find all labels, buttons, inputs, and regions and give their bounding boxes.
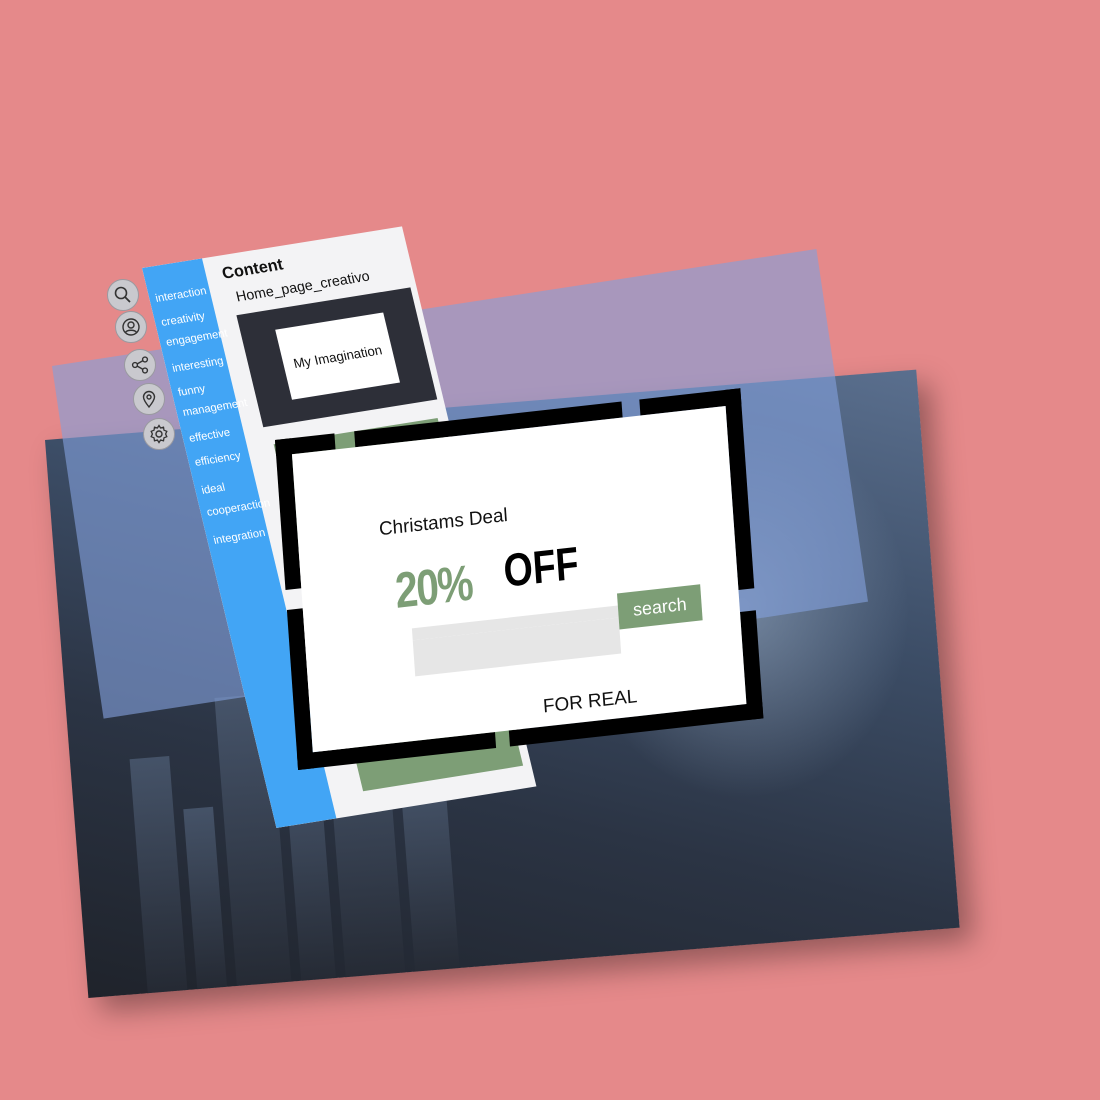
city-building bbox=[183, 806, 227, 990]
sidebar-item-integration[interactable]: integration bbox=[212, 527, 266, 547]
sidebar-item-creativity[interactable]: creativity bbox=[160, 310, 206, 329]
search-icon-button[interactable] bbox=[107, 279, 139, 311]
sidebar-item-interesting[interactable]: interesting bbox=[171, 355, 225, 375]
gear-icon bbox=[150, 424, 168, 444]
sidebar-item-engagement[interactable]: engagement bbox=[165, 327, 229, 349]
sidebar-item-management[interactable]: management bbox=[182, 397, 249, 419]
deal-popup: Christams Deal 20% OFF search FOR REAL bbox=[275, 388, 764, 770]
content-title: Content bbox=[220, 256, 285, 283]
user-icon-button[interactable] bbox=[115, 311, 147, 343]
city-building bbox=[400, 779, 460, 972]
deal-heading: Christams Deal bbox=[378, 504, 509, 541]
sidebar-item-cooperaction[interactable]: cooperaction bbox=[206, 497, 272, 519]
search-button[interactable]: search bbox=[616, 584, 703, 630]
city-building bbox=[129, 756, 188, 994]
location-icon-button[interactable] bbox=[133, 383, 165, 415]
sidebar-item-funny[interactable]: funny bbox=[177, 383, 207, 399]
share-icon bbox=[131, 356, 149, 374]
sidebar-item-efficiency[interactable]: efficiency bbox=[194, 450, 243, 469]
settings-icon-button[interactable] bbox=[143, 418, 175, 450]
search-icon bbox=[114, 286, 131, 303]
sidebar-item-interaction[interactable]: interaction bbox=[154, 285, 208, 305]
location-icon bbox=[142, 390, 156, 409]
deal-content: Christams Deal 20% OFF search FOR REAL bbox=[291, 406, 747, 753]
imagination-card-label: My Imagination bbox=[275, 312, 400, 400]
imagination-card[interactable]: My Imagination bbox=[236, 287, 438, 428]
sidebar-item-effective[interactable]: effective bbox=[188, 427, 232, 446]
discount-off-label: OFF bbox=[501, 536, 581, 597]
deal-footer: FOR REAL bbox=[542, 686, 638, 718]
discount-percent: 20% bbox=[393, 554, 474, 619]
share-icon-button[interactable] bbox=[124, 349, 156, 381]
user-icon bbox=[122, 318, 140, 336]
sidebar-item-ideal[interactable]: ideal bbox=[200, 481, 226, 497]
